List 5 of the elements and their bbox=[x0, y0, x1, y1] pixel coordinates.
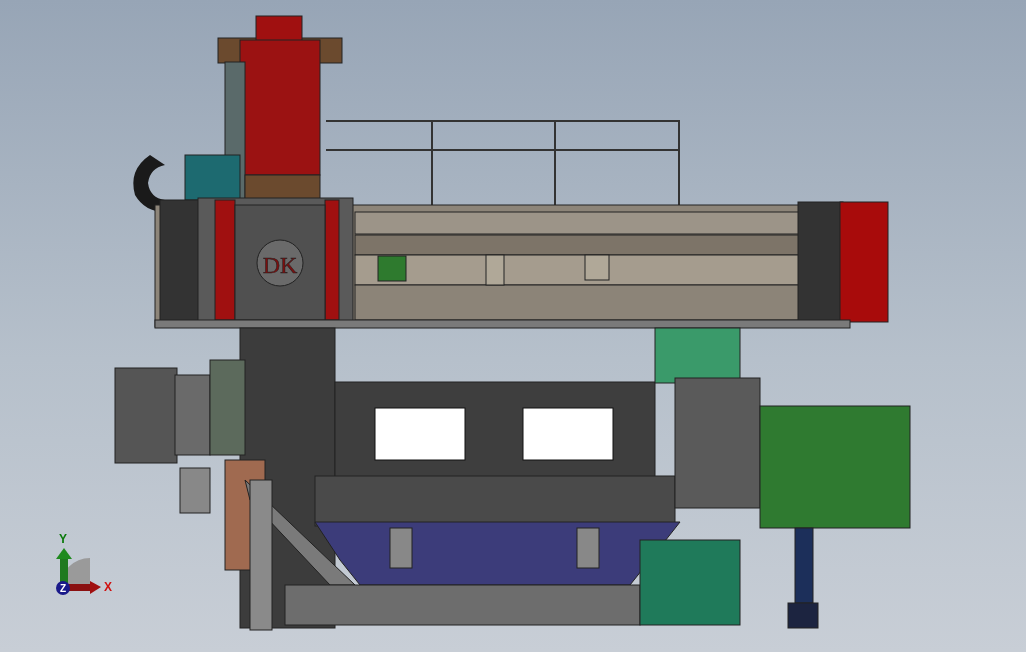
axis-z-label: Z bbox=[59, 583, 67, 594]
logo-text: DK bbox=[262, 252, 298, 278]
axis-x-label: X bbox=[104, 580, 112, 594]
axis-triad-drawing bbox=[56, 548, 101, 595]
axis-y-label: Y bbox=[59, 532, 67, 546]
